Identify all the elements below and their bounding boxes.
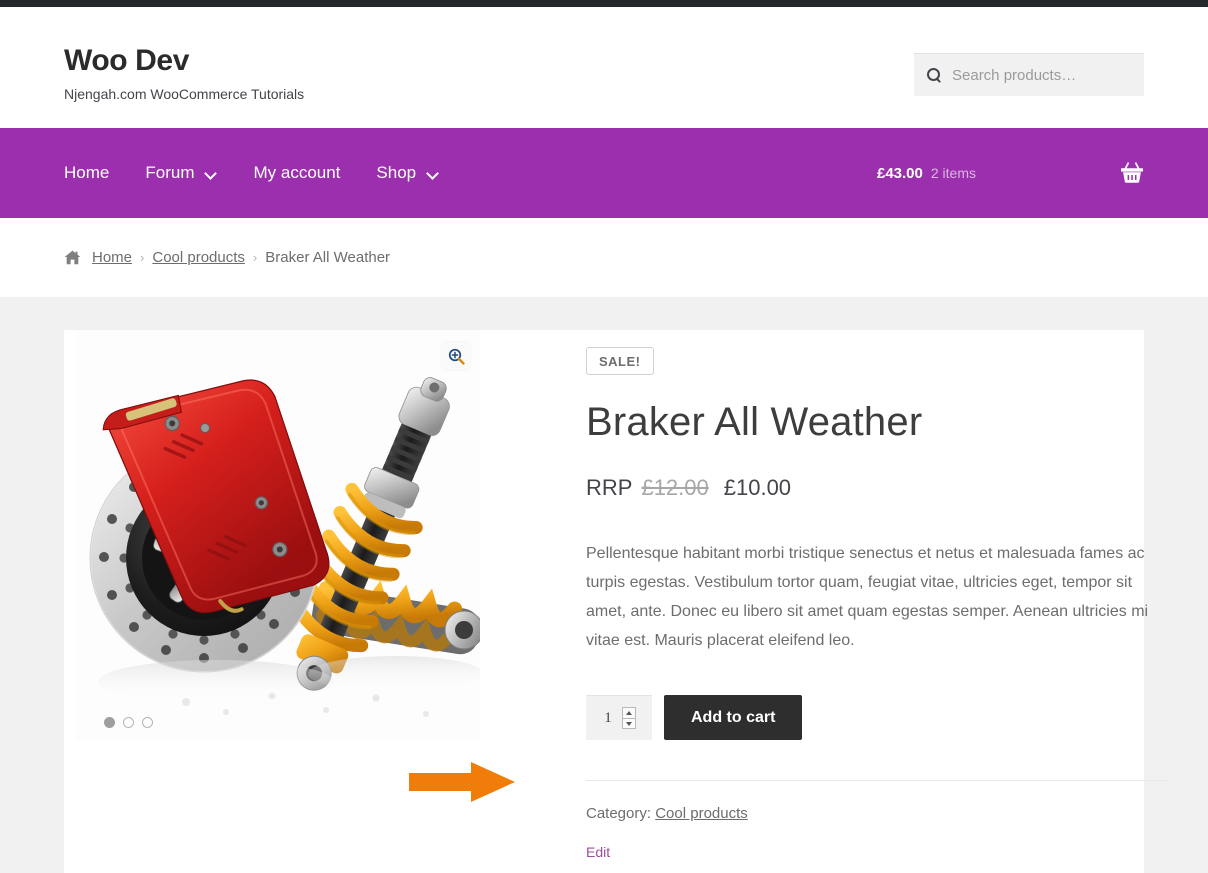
nav-item-shop[interactable]: Shop [376, 163, 439, 183]
nav-item-label: Forum [145, 163, 195, 182]
breadcrumb: Home › Cool products › Braker All Weathe… [64, 249, 1144, 266]
home-icon[interactable] [64, 250, 81, 265]
quantity-spinner[interactable] [622, 707, 636, 730]
chevron-down-icon[interactable] [428, 168, 439, 179]
search-input[interactable] [952, 66, 1132, 84]
product-image-frame[interactable] [76, 330, 480, 740]
sale-badge: SALE! [586, 347, 654, 375]
primary-navigation: Home Forum My account Shop £43.00 2 item… [0, 128, 1208, 218]
nav-item-forum[interactable]: Forum [145, 163, 217, 183]
nav-menu: Home Forum My account Shop [64, 163, 439, 183]
price-sale: £10.00 [723, 475, 792, 500]
gallery-dot-3[interactable] [142, 717, 153, 728]
edit-product-link[interactable]: Edit [586, 844, 610, 860]
quantity-stepper[interactable] [586, 695, 652, 741]
chevron-down-icon[interactable] [206, 168, 217, 179]
shopping-basket-icon[interactable] [1120, 162, 1144, 184]
nav-item-label: Home [64, 163, 110, 182]
price-original: £12.00 [641, 475, 709, 500]
breadcrumb-bar: Home › Cool products › Braker All Weathe… [0, 218, 1208, 297]
admin-bar [0, 0, 1208, 7]
gallery-dot-2[interactable] [123, 717, 134, 728]
product-description: Pellentesque habitant morbi tristique se… [586, 545, 1149, 650]
add-to-cart-form: Add to cart [586, 695, 1168, 741]
breadcrumb-separator: › [140, 250, 145, 265]
gallery-dot-1[interactable] [104, 717, 115, 728]
product-summary: SALE! Braker All Weather RRP £12.00 £10.… [480, 330, 1208, 873]
magnifier-plus-icon[interactable] [442, 342, 470, 370]
site-title[interactable]: Woo Dev [64, 46, 304, 76]
site-description: Njengah.com WooCommerce Tutorials [64, 86, 305, 102]
breadcrumb-link-cool-products[interactable]: Cool products [152, 249, 245, 266]
breadcrumb-link-home[interactable]: Home [92, 249, 132, 266]
category-link[interactable]: Cool products [655, 805, 748, 822]
quantity-input[interactable] [594, 709, 622, 727]
nav-item-label: Shop [376, 163, 417, 182]
product-gallery [76, 330, 480, 873]
nav-item-label: My account [253, 163, 341, 182]
nav-item-home[interactable]: Home [64, 163, 109, 183]
cart-summary[interactable]: £43.00 2 items [877, 162, 1144, 184]
search-icon [926, 67, 942, 83]
product-price: RRP £12.00 £10.00 [586, 475, 1168, 501]
nav-item-my-account[interactable]: My account [253, 163, 340, 183]
site-header: Woo Dev Njengah.com WooCommerce Tutorial… [0, 7, 1208, 128]
breadcrumb-current: Braker All Weather [265, 249, 391, 266]
product-search-form[interactable] [914, 53, 1144, 96]
breadcrumb-separator: › [252, 250, 258, 265]
product-image[interactable] [76, 330, 480, 740]
product-meta: Category: Cool products [586, 805, 1168, 822]
rrp-label: RRP [586, 475, 633, 500]
gallery-pagination-dots [104, 717, 153, 728]
quantity-increase-button[interactable] [623, 708, 635, 719]
quantity-decrease-button[interactable] [623, 719, 635, 729]
site-branding[interactable]: Woo Dev Njengah.com WooCommerce Tutorial… [64, 46, 305, 102]
cart-item-count: 2 items [930, 165, 976, 181]
cart-total-amount: £43.00 [876, 164, 923, 182]
content-background: SALE! Braker All Weather RRP £12.00 £10.… [0, 297, 1208, 873]
product-title: Braker All Weather [586, 400, 923, 444]
category-label: Category: [586, 805, 652, 823]
product-card: SALE! Braker All Weather RRP £12.00 £10.… [64, 330, 1168, 873]
meta-divider [586, 780, 1168, 782]
add-to-cart-button[interactable]: Add to cart [664, 695, 803, 741]
